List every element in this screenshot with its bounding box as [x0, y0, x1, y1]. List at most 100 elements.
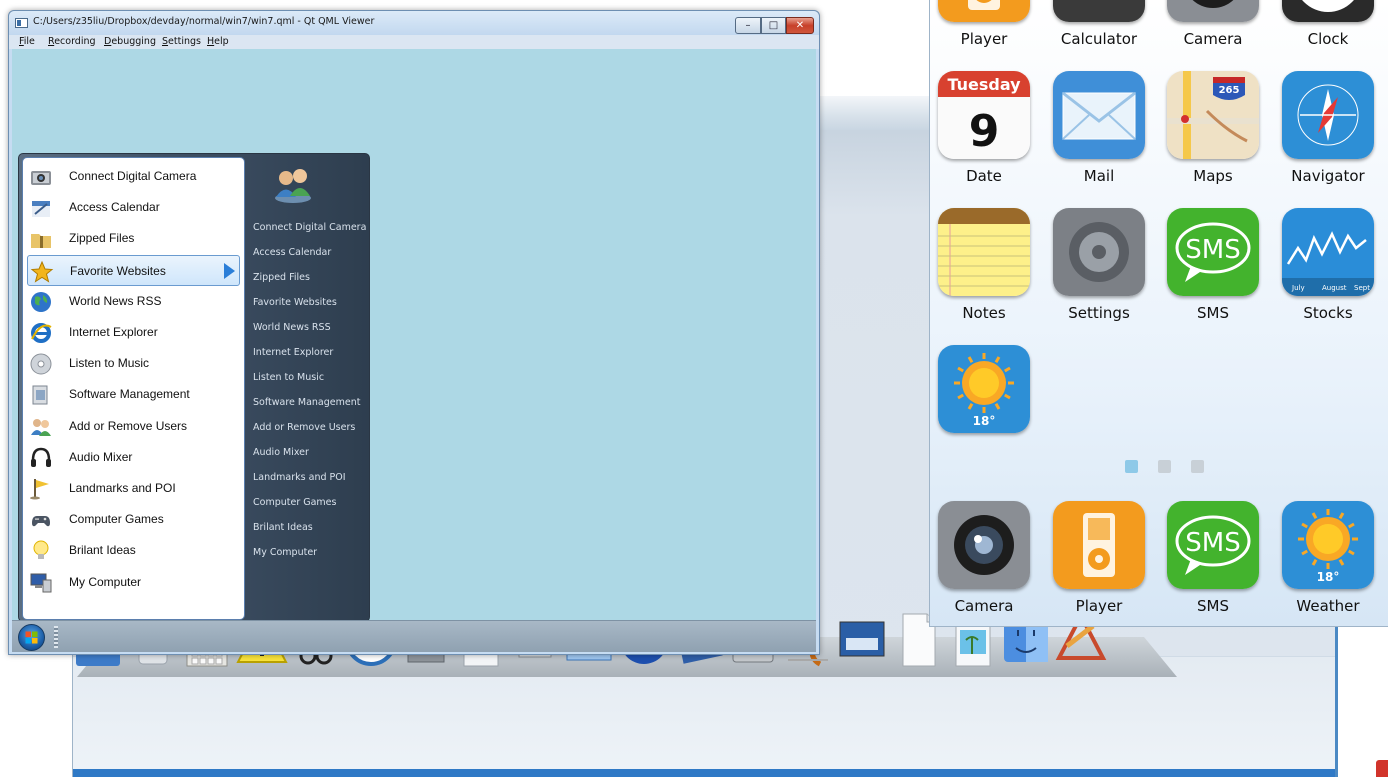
start-menu-place-link[interactable]: Software Management [253, 397, 360, 408]
start-menu-item[interactable]: World News RSS [27, 286, 240, 317]
svg-text:July: July [1291, 284, 1305, 292]
start-menu-place-link[interactable]: Internet Explorer [253, 347, 333, 358]
start-menu-item[interactable]: Access Calendar [27, 192, 240, 223]
app-sms[interactable]: SMS SMS [1161, 208, 1265, 338]
start-menu-item-label: My Computer [69, 574, 142, 589]
start-button[interactable] [18, 624, 45, 651]
taskbar [12, 620, 816, 652]
start-menu-item-label: Software Management [69, 387, 190, 402]
sms-icon: SMS [1167, 501, 1259, 589]
app-label: Stocks [1303, 304, 1353, 322]
menu-debugging[interactable]: Debugging [104, 35, 156, 49]
windows-logo-icon [25, 631, 38, 644]
start-menu-item[interactable]: Audio Mixer [27, 442, 240, 473]
menu-file[interactable]: File [19, 35, 35, 49]
stocks-icon: July August Sept [1282, 208, 1374, 296]
start-menu-place-link[interactable]: Connect Digital Camera [253, 222, 366, 233]
start-menu-place-link[interactable]: Add or Remove Users [253, 422, 355, 433]
start-menu-item[interactable]: Software Management [27, 379, 240, 410]
page-dot-1[interactable] [1125, 460, 1138, 473]
start-menu-place-link[interactable]: Computer Games [253, 497, 336, 508]
start-menu-item[interactable]: Zipped Files [27, 223, 240, 254]
start-menu-item[interactable]: Add or Remove Users [27, 411, 240, 442]
users-icon [272, 164, 314, 204]
start-menu-place-link[interactable]: Access Calendar [253, 247, 331, 258]
ie-icon [29, 321, 53, 345]
app-label: Mail [1083, 167, 1115, 185]
player-icon [1053, 501, 1145, 589]
menu-help[interactable]: Help [207, 35, 229, 49]
start-menu-item[interactable]: My Computer [27, 567, 240, 598]
svg-text:265: 265 [1219, 85, 1240, 96]
flag-icon [29, 477, 53, 501]
start-menu-item[interactable]: Connect Digital Camera [27, 161, 240, 192]
app-player[interactable]: Player [1047, 501, 1151, 631]
app-calculator[interactable]: Calculator [1047, 0, 1151, 64]
app-window-icon [15, 18, 28, 28]
svg-text:August: August [1322, 284, 1347, 292]
svg-text:Tuesday: Tuesday [947, 75, 1021, 94]
computer-icon [29, 571, 53, 595]
start-menu-item-label: Audio Mixer [69, 449, 133, 464]
app-clock[interactable]: Clock [1276, 0, 1380, 64]
start-menu-item-label: Internet Explorer [69, 325, 158, 339]
calculator-icon [1053, 0, 1145, 22]
minimize-button[interactable]: – [735, 17, 761, 34]
svg-text:18°: 18° [1317, 570, 1340, 584]
app-camera[interactable]: Camera [932, 501, 1036, 631]
start-menu-place-link[interactable]: Brilant Ideas [253, 522, 313, 533]
start-menu-item[interactable]: Internet Explorer [27, 317, 240, 348]
start-menu-item[interactable]: Listen to Music [27, 348, 240, 379]
page-dot-3[interactable] [1191, 460, 1204, 473]
compass-icon [1282, 71, 1374, 159]
start-menu-place-link[interactable]: Listen to Music [253, 372, 324, 383]
app-weather[interactable]: 18° [932, 345, 1036, 475]
app-camera[interactable]: Camera [1161, 0, 1265, 64]
start-menu-place-link[interactable]: Audio Mixer [253, 447, 309, 458]
app-player[interactable]: Player [932, 0, 1036, 64]
app-date[interactable]: Tuesday 9 Date [932, 71, 1036, 201]
app-label: Date [966, 167, 1002, 185]
app-mail[interactable]: Mail [1047, 71, 1151, 201]
headphones-icon [29, 446, 53, 470]
weather-icon: 18° [938, 345, 1030, 433]
weather-icon: 18° [1282, 501, 1374, 589]
start-menu-place-link[interactable]: My Computer [253, 547, 317, 558]
start-menu-place-link[interactable]: Zipped Files [253, 272, 310, 283]
screen-photo-icon[interactable] [834, 610, 890, 668]
app-stocks[interactable]: July August Sept Stocks [1276, 208, 1380, 338]
clock-icon [1282, 0, 1374, 22]
menu-recording[interactable]: Recording [48, 35, 96, 49]
start-menu-item[interactable]: Landmarks and POI [27, 473, 240, 504]
svg-text:18°: 18° [973, 414, 996, 428]
app-sms[interactable]: SMS SMS [1161, 501, 1265, 631]
taskbar-grip[interactable] [54, 626, 58, 648]
desktop-screen: @ PlayerCalculatorCameraClockTuesday9Dat… [0, 0, 1388, 777]
app-notes[interactable]: Notes [932, 208, 1036, 338]
svg-text:Sept: Sept [1354, 284, 1370, 292]
app-navigator[interactable]: Navigator [1276, 71, 1380, 201]
page-dot-2[interactable] [1158, 460, 1171, 473]
start-menu-item[interactable]: Brilant Ideas [27, 535, 240, 566]
app-label: SMS [1197, 597, 1229, 615]
title-bar[interactable]: C:/Users/z35liu/Dropbox/devday/normal/wi… [9, 11, 819, 35]
start-menu-item-label: Connect Digital Camera [69, 169, 197, 183]
maximize-button[interactable]: □ [761, 17, 786, 34]
settings-icon [1053, 208, 1145, 296]
submenu-arrow-icon [224, 262, 235, 279]
date-icon: Tuesday 9 [938, 71, 1030, 159]
start-menu-place-link[interactable]: Favorite Websites [253, 297, 337, 308]
start-menu-item-label: Access Calendar [69, 200, 160, 215]
close-button[interactable]: ✕ [786, 17, 814, 34]
menu-settings[interactable]: Settings [162, 35, 201, 49]
calendar-icon [29, 196, 53, 220]
star-icon [30, 260, 54, 284]
app-settings[interactable]: Settings [1047, 208, 1151, 338]
app-weather[interactable]: 18° Weather [1276, 501, 1380, 631]
app-maps[interactable]: 265 Maps [1161, 71, 1265, 201]
start-menu-place-link[interactable]: World News RSS [253, 322, 331, 333]
start-menu-item[interactable]: Computer Games [27, 504, 240, 535]
start-menu-place-link[interactable]: Landmarks and POI [253, 472, 346, 483]
users-icon [29, 415, 53, 439]
start-menu-item[interactable]: Favorite Websites [27, 254, 240, 286]
